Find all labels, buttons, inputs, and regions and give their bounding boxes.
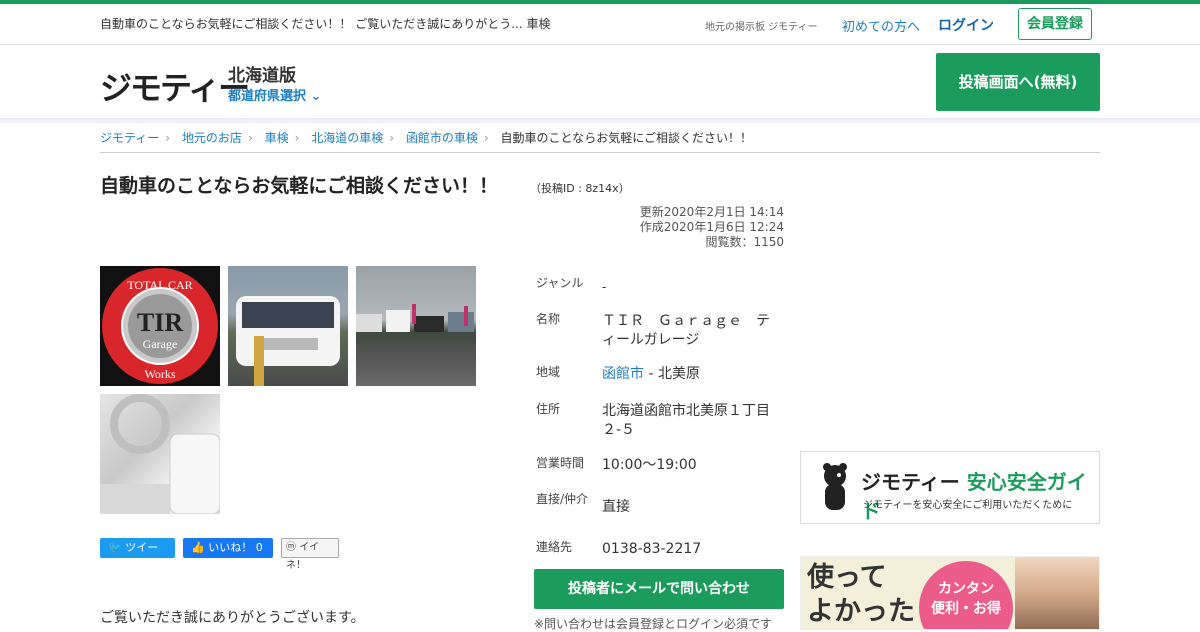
post-button[interactable]: 投稿画面へ(無料) <box>936 53 1100 111</box>
detail-value: - <box>602 280 607 294</box>
thumbs-up-icon: 👍 <box>191 541 209 554</box>
breadcrumb-chevron-icon: › <box>247 131 253 145</box>
register-button[interactable]: 会員登録 <box>1018 8 1092 40</box>
breadcrumb-chevron-icon: › <box>294 131 300 145</box>
photo-thumbnail-lot[interactable] <box>356 266 476 386</box>
ad-headline: 使って よかった <box>807 561 915 629</box>
tweet-button[interactable]: 🐦 ツイート <box>100 538 175 574</box>
post-title: 自動車のことならお気軽にご相談ください！！ <box>100 175 499 197</box>
breadcrumb-chevron-icon: › <box>165 131 171 145</box>
area-city-link[interactable]: 函館市 <box>602 366 644 382</box>
breadcrumb-chevron-icon: › <box>389 131 395 145</box>
ad-bubble-line-2: 便利・お得 <box>931 601 1001 617</box>
breadcrumb-link[interactable]: ジモティー <box>100 129 159 146</box>
top-header: 自動車のことならお気軽にご相談ください！！ ご覧いただき誠にありがとう... 車… <box>0 4 1200 45</box>
breadcrumb-chevron-icon: › <box>483 131 489 145</box>
header-band <box>0 119 1200 123</box>
detail-label: 連絡先 <box>536 540 573 554</box>
ad-line-1: 使って <box>807 562 887 593</box>
breadcrumb-link[interactable]: 車検 <box>265 129 289 146</box>
detail-label: 住所 <box>536 402 561 416</box>
logo-text-bottom: Works <box>144 367 175 381</box>
region-label: 北海道版 <box>228 66 296 86</box>
bear-mascot-icon <box>823 463 847 510</box>
twitter-bird-icon: 🐦 <box>108 541 126 554</box>
breadcrumb-link[interactable]: 函館市の車検 <box>406 129 478 146</box>
guide-title: ジモティー 安心安全ガイド <box>861 466 1099 524</box>
updated-date: 更新2020年2月1日 14:14 <box>639 205 784 219</box>
guide-logo-text: ジモティー <box>861 470 960 494</box>
first-time-link[interactable]: 初めての方へ <box>842 16 920 35</box>
ad-bubble: カンタン 便利・お得 <box>919 561 1013 629</box>
logo-text-top: TOTAL CAR <box>127 278 192 292</box>
local-board-label[interactable]: 地元の掲示板 ジモティー <box>705 18 818 33</box>
prefecture-select-link[interactable]: 都道府県選択 ⌄ <box>228 85 321 104</box>
car-interior-photo <box>100 394 220 514</box>
detail-value: 函館市 - 北美原 <box>602 365 782 384</box>
created-date: 作成2020年1月6日 12:24 <box>639 220 784 234</box>
detail-label: 地域 <box>536 365 561 379</box>
facebook-like-button[interactable]: 👍 いいね！ 0 <box>183 538 273 558</box>
ad-line-2: よかった <box>807 596 915 627</box>
photo-thumbnail-interior[interactable] <box>100 394 220 514</box>
like-label: いいね！ 0 <box>208 541 263 554</box>
view-count: 閲覧数：1150 <box>705 235 784 249</box>
ad-banner[interactable]: 使って よかった カンタン 便利・お得 <box>800 556 1100 630</box>
detail-label: ジャンル <box>536 276 584 290</box>
guide-subtitle: ジモティーを安心安全にご利用いただくために <box>863 500 1073 511</box>
post-id: （投稿ID : 8z14x） <box>530 182 630 195</box>
tir-garage-logo-image: TOTAL CAR TIR Garage Works <box>102 268 218 384</box>
ad-bubble-line-1: カンタン <box>938 581 994 597</box>
iine-badge-icon: ⓜ <box>286 542 300 553</box>
detail-value: 直接 <box>602 499 630 515</box>
brand-header: ジモティー 北海道版 都道府県選択 ⌄ 投稿画面へ(無料) <box>0 45 1200 119</box>
breadcrumb: ジモティー › 地元のお店 › 車検 › 北海道の車検 › 函館市の車検 › 自動車のこと… <box>100 129 1100 153</box>
body-text: ご覧いただき誠にありがとうございます。 <box>100 610 365 626</box>
detail-value: 0138-83-2217 <box>602 541 702 557</box>
login-link[interactable]: ログイン <box>938 15 994 35</box>
breadcrumb-link[interactable]: 北海道の車検 <box>311 129 383 146</box>
parking-lot-photo <box>356 304 474 332</box>
area-rest: - 北美原 <box>644 366 700 382</box>
van-photo <box>236 296 340 386</box>
breadcrumb-link[interactable]: 地元のお店 <box>182 129 242 146</box>
logo-text-sub: Garage <box>143 337 178 351</box>
safety-guide-banner[interactable]: ジモティー 安心安全ガイド ジモティーを安心安全にご利用いただくために <box>800 451 1100 524</box>
mail-inquiry-button[interactable]: 投稿者にメールで問い合わせ <box>534 569 784 609</box>
breadcrumb-current: 自動車のことならお気軽にご相談ください！！ <box>500 131 752 145</box>
post-meta: 更新2020年2月1日 14:14 作成2020年1月6日 12:24 閲覧数：… <box>640 205 784 250</box>
detail-label: 直接/仲介 <box>536 492 589 506</box>
detail-label: 名称 <box>536 312 561 326</box>
logo-text-middle: TIR <box>137 308 183 337</box>
iine-button[interactable]: ⓜ イイネ！ <box>281 538 339 571</box>
inquiry-note: ※問い合わせは会員登録とログイン必須です <box>534 617 773 631</box>
ad-photo <box>1015 557 1099 629</box>
detail-value: 10:00〜19:00 <box>602 457 697 473</box>
detail-value: 北海道函館市北美原１丁目２-５ <box>602 403 770 438</box>
photo-thumbnail-logo[interactable]: TOTAL CAR TIR Garage Works <box>100 266 220 386</box>
header-tagline: 自動車のことならお気軽にご相談ください！！ ご覧いただき誠にありがとう... 車… <box>100 17 551 31</box>
site-logo[interactable]: ジモティー <box>100 63 250 109</box>
photo-thumbnail-van[interactable] <box>228 266 348 386</box>
detail-value: ＴＩＲ Ｇａｒａｇｅ ティールガレージ <box>602 313 770 348</box>
detail-label: 営業時間 <box>536 456 585 470</box>
